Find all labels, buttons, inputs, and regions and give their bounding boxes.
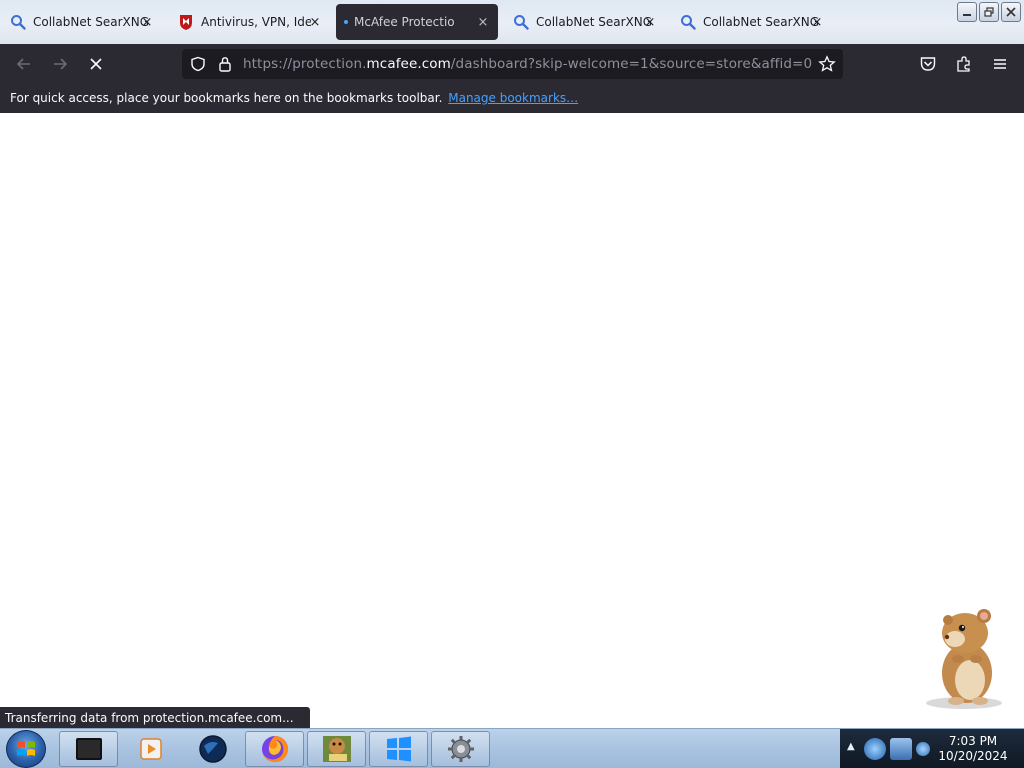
extensions-button[interactable] [950,50,978,78]
firefox-icon [261,736,288,762]
tab-collabnet-searxng-1[interactable]: CollabNet SearXNG × [2,4,162,40]
tab-antivirus-vpn[interactable]: Antivirus, VPN, Ident × [170,4,330,40]
pocket-icon [920,57,936,71]
arrow-left-icon [16,58,30,70]
app-menu-button[interactable] [986,50,1014,78]
taskbar-windows-app[interactable] [369,731,428,767]
bookmark-star-icon[interactable] [817,54,837,74]
forward-button[interactable] [46,50,74,78]
tab-collabnet-searxng-3[interactable]: CollabNet SearXNG × [672,4,832,40]
windows-logo-icon [17,741,35,756]
search-icon [680,14,696,30]
tab-collabnet-searxng-2[interactable]: CollabNet SearXNG × [505,4,665,40]
close-icon [1006,7,1016,17]
address-bar[interactable]: https://protection.mcafee.com/dashboard?… [182,49,843,79]
tab-title: Antivirus, VPN, Ident [201,15,311,29]
back-button[interactable] [10,50,38,78]
navigation-toolbar: https://protection.mcafee.com/dashboard?… [0,44,1024,84]
window-controls [957,2,1021,22]
gear-icon [447,736,474,762]
url-path: /dashboard?skip-welcome=1&source=store&a… [450,56,813,72]
url-prefix: https://protection. [243,56,367,72]
search-icon [10,14,26,30]
tab-close-button[interactable]: × [138,13,156,31]
show-hidden-icons-icon[interactable]: ▲ [847,741,855,752]
tab-close-button[interactable]: × [808,13,826,31]
close-window-button[interactable] [1001,2,1021,22]
puzzle-piece-icon [957,56,970,72]
terminal-icon [75,738,102,760]
tab-title: CollabNet SearXNG [536,15,653,29]
taskbar-firefox[interactable] [245,731,304,767]
restore-icon [984,7,994,17]
pocket-button[interactable] [914,50,942,78]
tab-strip: CollabNet SearXNG × Antivirus, VPN, Iden… [0,0,1024,44]
manage-bookmarks-link[interactable]: Manage bookmarks… [448,91,578,105]
start-button[interactable] [6,730,46,768]
media-player-icon [139,738,162,760]
network-globe-icon[interactable] [864,738,886,760]
arrow-right-icon [54,58,68,70]
hamster-mascot-image [926,609,1002,709]
clock-time: 7:03 PM [948,734,998,748]
tab-close-button[interactable]: × [641,13,659,31]
tab-close-button[interactable]: × [474,13,492,31]
minimize-button[interactable] [957,2,977,22]
globe-icon [198,735,227,763]
system-tray: ▲ 7:03 PM 10/20/2024 [840,729,1024,768]
taskbar-box-app[interactable] [307,731,366,767]
clock-date: 10/20/2024 [938,749,1008,763]
bookmarks-empty-message: For quick access, place your bookmarks h… [10,91,443,105]
stop-loading-button[interactable] [82,50,110,78]
restore-button[interactable] [979,2,999,22]
taskbar-clock[interactable]: 7:03 PM 10/20/2024 [938,734,1008,764]
windows-taskbar: ▲ 7:03 PM 10/20/2024 [0,728,1024,768]
search-icon [513,14,529,30]
url-text: https://protection.mcafee.com/dashboard?… [243,56,812,72]
padlock-icon[interactable] [215,54,235,74]
taskbar-globe-app[interactable] [183,731,242,767]
taskbar-settings-app[interactable] [431,731,490,767]
status-panel: Transferring data from protection.mcafee… [0,707,310,729]
bookmarks-toolbar: For quick access, place your bookmarks h… [0,84,1024,113]
minimize-icon [963,14,971,16]
loading-dot-icon [344,20,348,24]
mcafee-shield-icon [178,14,194,30]
tracking-protection-shield-icon[interactable] [188,54,208,74]
tab-close-button[interactable]: × [306,13,324,31]
taskbar-terminal-app[interactable] [59,731,118,767]
taskbar-media-player[interactable] [121,731,180,767]
page-content-area [0,113,1024,728]
tab-title: McAfee Protection [354,15,454,29]
tab-title: CollabNet SearXNG [703,15,820,29]
tab-mcafee-protection[interactable]: McAfee Protection × [336,4,498,40]
volume-icon[interactable] [916,742,930,756]
box-app-icon [322,736,351,762]
tab-title: CollabNet SearXNG [33,15,150,29]
hamburger-menu-icon [994,59,1006,69]
stop-icon [90,58,102,70]
display-icon[interactable] [890,738,912,760]
windows-tiles-icon [386,736,411,762]
url-host: mcafee.com [366,56,451,72]
